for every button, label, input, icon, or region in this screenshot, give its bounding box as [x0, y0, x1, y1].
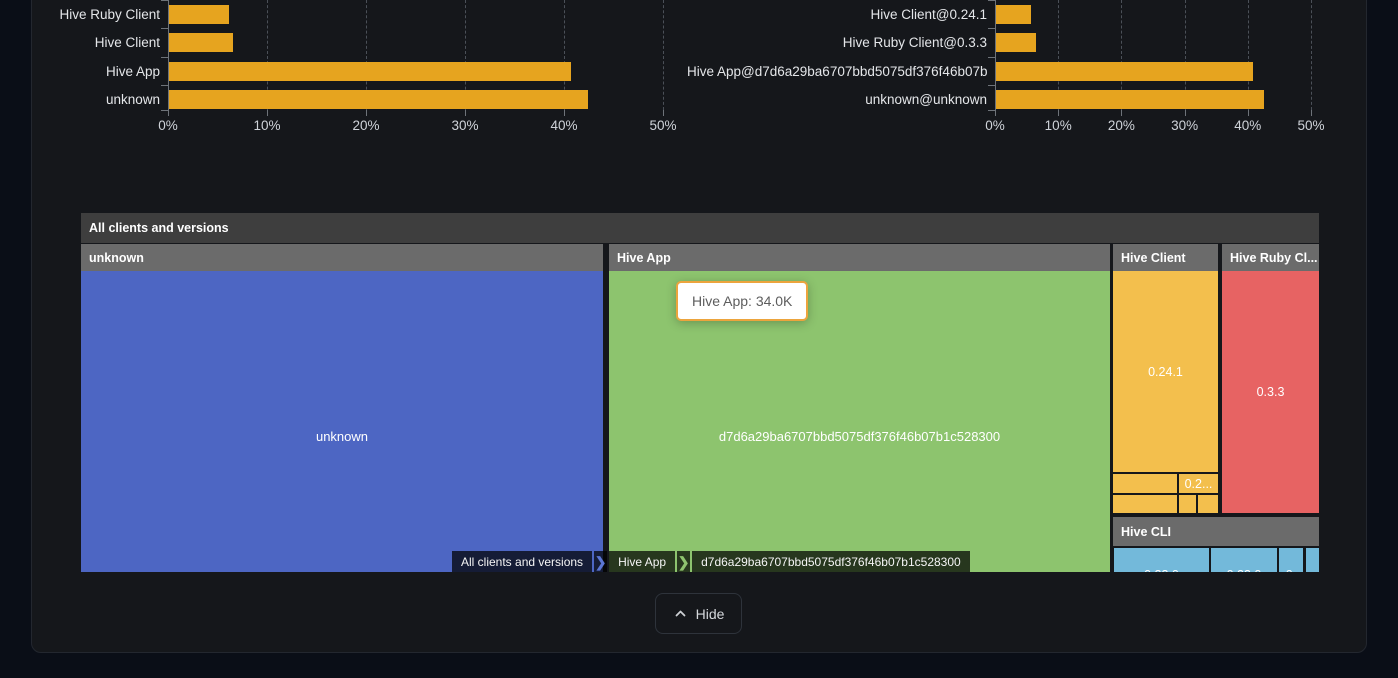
x-axis-tick: [1121, 110, 1122, 116]
category-label: unknown@unknown: [687, 90, 987, 109]
x-tick-label: 20%: [336, 118, 396, 133]
bar-hive-app-d7d6a29ba6707bbd5075df376f46b07b[interactable]: [996, 62, 1253, 81]
hide-button[interactable]: Hide: [655, 593, 742, 634]
treemap-group-header[interactable]: Hive Ruby Cl...: [1222, 244, 1319, 271]
treemap-cell[interactable]: 0.23.0: [1114, 548, 1209, 572]
treemap-cell[interactable]: 0.23.0: [1211, 548, 1277, 572]
category-axis-tick: [988, 85, 995, 86]
bar-hive-app[interactable]: [169, 62, 571, 81]
category-axis-tick: [988, 110, 995, 111]
bar-unknown-unknown[interactable]: [996, 90, 1264, 109]
treemap-cell[interactable]: [1113, 495, 1177, 513]
x-axis-tick: [465, 110, 466, 116]
chevron-right-icon: ❯: [677, 551, 690, 572]
category-axis-tick: [988, 0, 995, 1]
treemap-cell-label: d7d6a29ba6707bbd5075df376f46b07b1c528300: [719, 429, 1000, 444]
treemap-root-header[interactable]: All clients and versions: [81, 213, 1319, 243]
x-axis-tick: [1248, 110, 1249, 116]
treemap-cell[interactable]: 0.2...: [1179, 474, 1218, 493]
category-label: Hive Client: [0, 33, 160, 52]
x-axis-tick: [564, 110, 565, 116]
x-tick-label: 20%: [1091, 118, 1151, 133]
treemap-group-header[interactable]: Hive Client: [1113, 244, 1218, 271]
x-tick-label: 40%: [1218, 118, 1278, 133]
bar-hive-client[interactable]: [169, 33, 233, 52]
hide-button-label: Hide: [696, 606, 725, 622]
treemap-cell[interactable]: [1198, 495, 1218, 513]
category-label: Hive App@d7d6a29ba6707bbd5075df376f46b07…: [687, 62, 987, 81]
x-tick-label: 30%: [1155, 118, 1215, 133]
x-tick-label: 50%: [1281, 118, 1341, 133]
x-tick-label: 0%: [965, 118, 1025, 133]
x-axis-tick: [267, 110, 268, 116]
chevron-right-icon: ❯: [594, 551, 607, 572]
bar-hive-ruby-client[interactable]: [169, 5, 229, 24]
treemap-cell[interactable]: 0.: [1279, 548, 1303, 572]
treemap-group-header[interactable]: Hive App: [609, 244, 1110, 271]
category-label: unknown: [0, 90, 160, 109]
treemap-group-header[interactable]: unknown: [81, 244, 603, 271]
x-axis-tick: [1058, 110, 1059, 116]
treemap-cell-label: 0.: [1286, 568, 1296, 572]
treemap-cell[interactable]: 0.3.3: [1222, 271, 1319, 513]
client-versions-share-bar-chart: Hive Client@0.24.1Hive Ruby Client@0.3.3…: [995, 0, 1311, 134]
x-axis-tick: [168, 110, 169, 116]
category-axis-tick: [161, 28, 168, 29]
chevron-up-icon: [673, 606, 688, 621]
stats-dashboard: Hive Ruby ClientHive ClientHive Appunkno…: [0, 0, 1398, 678]
category-label: Hive App: [0, 62, 160, 81]
treemap-cell[interactable]: unknown: [81, 271, 603, 572]
treemap-breadcrumb: All clients and versions❯Hive App❯d7d6a2…: [452, 551, 970, 572]
x-axis-tick: [995, 110, 996, 116]
category-axis-tick: [161, 57, 168, 58]
treemap-cell[interactable]: [1306, 548, 1319, 572]
x-axis-tick: [366, 110, 367, 116]
gridline: [663, 0, 664, 110]
x-axis-tick: [1185, 110, 1186, 116]
x-axis-tick: [663, 110, 664, 116]
treemap-cell-label: 0.3.3: [1257, 385, 1285, 399]
breadcrumb-item[interactable]: Hive App: [609, 551, 675, 572]
category-label: Hive Ruby Client@0.3.3: [687, 33, 987, 52]
x-tick-label: 10%: [237, 118, 297, 133]
category-axis-tick: [161, 85, 168, 86]
treemap-cell[interactable]: [1179, 495, 1196, 513]
x-tick-label: 10%: [1028, 118, 1088, 133]
treemap-cell-label: unknown: [316, 429, 368, 444]
treemap-cell-label: 0.24.1: [1148, 365, 1183, 379]
clients-treemap: All clients and versionsunknownHive AppH…: [81, 213, 1319, 572]
x-tick-label: 30%: [435, 118, 495, 133]
x-tick-label: 40%: [534, 118, 594, 133]
category-axis-tick: [988, 28, 995, 29]
bar-hive-ruby-client-0-3-3[interactable]: [996, 33, 1036, 52]
breadcrumb-item[interactable]: All clients and versions: [452, 551, 592, 572]
x-tick-label: 0%: [138, 118, 198, 133]
treemap-cell[interactable]: [1113, 474, 1177, 493]
treemap-cell-label: 0.2...: [1185, 477, 1213, 491]
treemap-cell[interactable]: 0.24.1: [1113, 271, 1218, 472]
clients-share-bar-chart: Hive Ruby ClientHive ClientHive Appunkno…: [168, 0, 663, 134]
bar-hive-client-0-24-1[interactable]: [996, 5, 1031, 24]
category-axis-tick: [988, 57, 995, 58]
category-axis-tick: [161, 110, 168, 111]
category-axis-tick: [161, 0, 168, 1]
treemap-group-header[interactable]: Hive CLI: [1113, 517, 1319, 546]
x-axis-tick: [1311, 110, 1312, 116]
category-label: Hive Ruby Client: [0, 5, 160, 24]
breadcrumb-item[interactable]: d7d6a29ba6707bbd5075df376f46b07b1c528300: [692, 551, 970, 572]
tooltip-text: Hive App: 34.0K: [692, 293, 792, 309]
gridline: [1311, 0, 1312, 110]
category-label: Hive Client@0.24.1: [687, 5, 987, 24]
treemap-cell-label: 0.23.0: [1144, 568, 1179, 572]
treemap-cell-label: 0.23.0: [1227, 568, 1262, 572]
bar-unknown[interactable]: [169, 90, 588, 109]
treemap-tooltip: Hive App: 34.0K: [676, 281, 808, 321]
x-tick-label: 50%: [633, 118, 693, 133]
